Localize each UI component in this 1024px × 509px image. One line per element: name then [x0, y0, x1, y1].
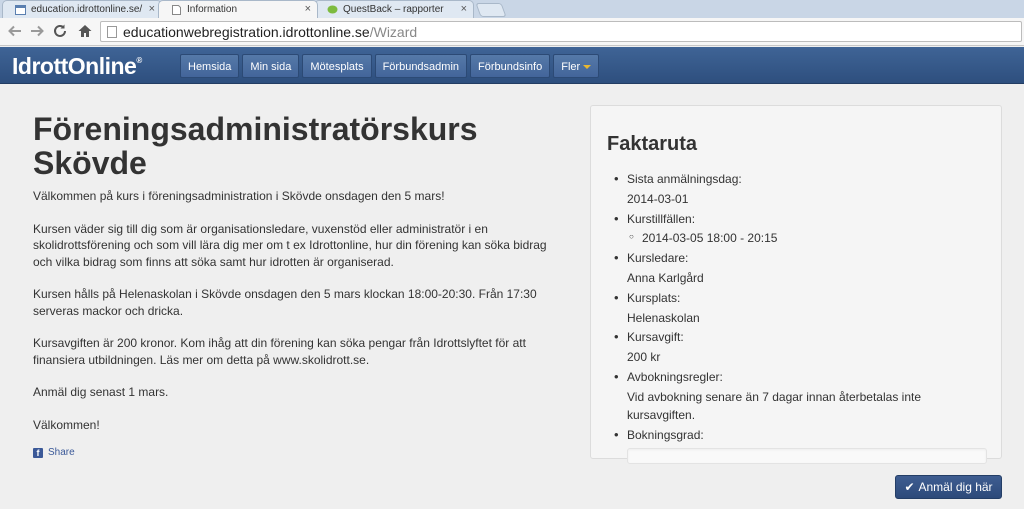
logo-text: IdrottOnline [12, 53, 137, 79]
tab-title: Information [187, 4, 238, 15]
url-path: /Wizard [369, 24, 418, 40]
browser-tab-strip: education.idrottonline.se/ × Information… [0, 0, 1024, 18]
caret-down-icon [583, 65, 592, 70]
fact-label-cancel: Avbokningsregler: [607, 368, 985, 387]
page-icon [107, 26, 117, 38]
fact-value-session: 2014-03-05 18:00 - 20:15 [607, 228, 985, 249]
questback-favicon-icon [327, 5, 338, 15]
forward-arrow-icon[interactable] [28, 23, 46, 41]
page-favicon-icon [171, 5, 182, 15]
fact-value-leader: Anna Karlgård [627, 270, 704, 285]
url-host: educationwebregistration.idrottonline.se [123, 24, 370, 40]
nav-item-fler[interactable]: Fler [553, 54, 600, 78]
logo-registered-mark: ® [136, 56, 142, 65]
page-favicon-icon [15, 5, 26, 15]
browser-toolbar: educationwebregistration.idrottonline.se… [0, 18, 1024, 46]
fact-value-fee: 200 kr [627, 350, 661, 365]
fact-label-deadline: Sista anmälningsdag: [607, 170, 985, 189]
paragraph-closing: Välkommen! [33, 417, 100, 432]
fact-value-cancel: Vid avbokning senare än 7 dagar innan åt… [627, 389, 921, 423]
nav-item-forbundsinfo[interactable]: Förbundsinfo [470, 54, 551, 78]
nav-item-forbundsadmin[interactable]: Förbundsadmin [374, 54, 468, 78]
home-icon[interactable] [76, 23, 94, 41]
fact-value-deadline: 2014-03-01 [627, 191, 689, 206]
fact-list: Sista anmälningsdag: 2014-03-01 Kurstill… [607, 170, 985, 444]
back-arrow-icon[interactable] [6, 23, 24, 41]
close-icon[interactable]: × [149, 3, 155, 15]
register-button-label: Anmäl dig här [918, 480, 993, 494]
nav-item-hemsida[interactable]: Hemsida [180, 54, 240, 78]
paragraph-welcome: Välkommen på kurs i föreningsadministrat… [33, 189, 445, 203]
share-label: Share [48, 447, 75, 458]
paragraph-fee: Kursavgiften är 200 kronor. Kom ihåg att… [33, 336, 526, 367]
fact-box: Faktaruta Sista anmälningsdag: 2014-03-0… [590, 105, 1002, 465]
facebook-share-button[interactable]: f Share [33, 447, 563, 458]
fact-label-sessions: Kurstillfällen: [607, 210, 985, 229]
fact-label-place: Kursplats: [607, 289, 985, 308]
nav-item-label: Fler [561, 61, 581, 73]
close-icon[interactable]: × [461, 3, 467, 15]
address-bar[interactable]: educationwebregistration.idrottonline.se… [100, 21, 1022, 42]
page-title: Föreningsadministratörskurs Skövde [33, 111, 478, 181]
course-description: Föreningsadministratörskurs Skövde Välko… [33, 112, 563, 458]
tab-title: education.idrottonline.se/ [31, 4, 143, 15]
fact-box-title: Faktaruta [607, 133, 698, 155]
facebook-icon: f [33, 447, 43, 458]
new-tab-button[interactable] [475, 3, 507, 17]
idrottonline-logo[interactable]: IdrottOnline® [12, 53, 142, 80]
register-button[interactable]: ✔ Anmäl dig här [895, 475, 1002, 499]
fact-value-place: Helenaskolan [627, 310, 700, 325]
browser-tab-information[interactable]: Information × [158, 0, 318, 18]
nav-item-motesplats[interactable]: Mötesplats [302, 54, 372, 78]
browser-tab-education[interactable]: education.idrottonline.se/ × [2, 0, 162, 18]
fact-label-fee: Kursavgift: [607, 328, 985, 347]
reload-icon[interactable] [51, 23, 69, 41]
fact-label-leader: Kursledare: [607, 249, 985, 268]
nav-item-min-sida[interactable]: Min sida [242, 54, 300, 78]
paragraph-location: Kursen hålls på Helenaskolan i Skövde on… [33, 287, 537, 318]
main-nav: Hemsida Min sida Mötesplats Förbundsadmi… [180, 54, 602, 78]
paragraph-audience: Kursen väder sig till dig som är organis… [33, 221, 547, 269]
booking-progress-bar [627, 448, 987, 465]
fact-label-booking: Bokningsgrad: [607, 426, 985, 445]
checkmark-icon: ✔ [904, 480, 915, 494]
close-icon[interactable]: × [305, 3, 311, 15]
paragraph-deadline: Anmäl dig senast 1 mars. [33, 385, 169, 399]
tab-title: QuestBack – rapporter [343, 4, 444, 15]
site-header: IdrottOnline® Hemsida Min sida Mötesplat… [0, 47, 1024, 84]
browser-tab-questback[interactable]: QuestBack – rapporter × [314, 0, 474, 18]
